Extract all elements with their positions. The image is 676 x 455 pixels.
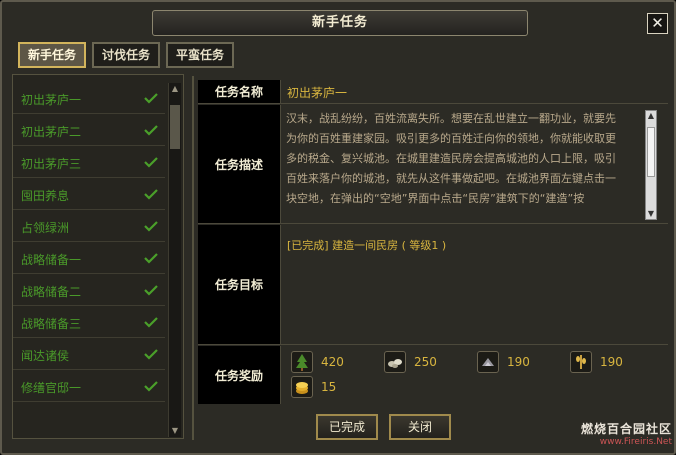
quest-item-label: 闻达诸侯 [21, 349, 70, 363]
quest-item-label: 战略储备二 [21, 285, 82, 299]
quest-window: 新手任务 ✕ 新手任务 讨伐任务 平蛮任务 初出茅庐一初出茅庐二初出茅庐三囤田养… [0, 0, 676, 455]
watermark: 燃烧百合园社区 www.Fireiris.Net [574, 420, 672, 452]
checkmark-icon [143, 186, 159, 200]
close-icon[interactable]: ✕ [647, 13, 668, 34]
quest-list-item[interactable]: 初出茅庐三 [13, 147, 165, 178]
watermark-url: www.Fireiris.Net [599, 437, 672, 447]
quest-description: 汉末，战乱纷纷，百姓流离失所。想要在乱世建立一翻功业，就要先 为你的百姓重建家园… [286, 109, 654, 217]
quest-list-item[interactable]: 修缮官邸一 [13, 371, 165, 402]
quest-list-item[interactable]: 占领绿洲 [13, 211, 165, 242]
quest-list-scrollbar[interactable]: ▲ ▼ [168, 83, 181, 437]
quest-goal-header: 任务目标 [198, 225, 281, 344]
window-title: 新手任务 [152, 10, 528, 36]
stone-icon [384, 351, 406, 373]
close-button[interactable]: 关闭 [389, 414, 451, 440]
quest-list-item[interactable]: 战略储备二 [13, 275, 165, 306]
tab-pacify[interactable]: 平蛮任务 [166, 42, 234, 68]
quest-goal-row: 任务目标 [已完成] 建造一间民房 ( 等级1 ) [198, 225, 668, 345]
quest-list-item[interactable]: 闻达诸侯 [13, 339, 165, 370]
checkmark-icon [143, 346, 159, 360]
quest-list-item[interactable]: 战略储备三 [13, 307, 165, 338]
scroll-down-icon[interactable]: ▼ [646, 209, 656, 219]
quest-list-item[interactable]: 初出茅庐一 [13, 83, 165, 114]
reward-value: 250 [414, 355, 437, 369]
quest-detail-table: 任务名称 初出茅庐一 任务描述 汉末，战乱纷纷，百姓流离失所。想要在乱世建立一翻… [198, 80, 668, 404]
quest-name-header: 任务名称 [198, 80, 281, 103]
desc-line: 为你的百姓重建家园。吸引更多的百姓迁向你的领地，你就能收取更 [286, 132, 616, 145]
tab-novice[interactable]: 新手任务 [18, 42, 86, 68]
desc-line: 汉末，战乱纷纷，百姓流离失所。想要在乱世建立一翻功业，就要先 [286, 112, 616, 125]
iron-icon [477, 351, 499, 373]
quest-goal-text: [已完成] 建造一间民房 ( 等级1 ) [287, 239, 447, 252]
checkmark-icon [143, 314, 159, 328]
checkmark-icon [143, 218, 159, 232]
gold-coin-icon [291, 376, 313, 398]
tab-expedition[interactable]: 讨伐任务 [92, 42, 160, 68]
grain-icon [570, 351, 592, 373]
checkmark-icon [143, 122, 159, 136]
quest-item-label: 战略储备一 [21, 253, 82, 267]
quest-desc-row: 任务描述 汉末，战乱纷纷，百姓流离失所。想要在乱世建立一翻功业，就要先 为你的百… [198, 105, 668, 224]
reward-cell: 420 250 190 190 15 [281, 346, 668, 404]
quest-item-label: 占领绿洲 [21, 221, 70, 235]
quest-item-label: 初出茅庐三 [21, 157, 82, 171]
quest-item-label: 战略储备三 [21, 317, 82, 331]
quest-item-label: 囤田养息 [21, 189, 70, 203]
quest-name-row: 任务名称 初出茅庐一 [198, 80, 668, 104]
reward-value: 15 [321, 380, 337, 394]
wood-icon [291, 351, 313, 373]
quest-reward-header: 任务奖励 [198, 346, 281, 404]
checkmark-icon [143, 282, 159, 296]
quest-item-label: 修缮官邸一 [21, 381, 82, 395]
quest-list-item[interactable]: 囤田养息 [13, 179, 165, 210]
complete-button[interactable]: 已完成 [316, 414, 378, 440]
description-scrollbar[interactable]: ▲ ▼ [645, 110, 657, 220]
quest-list-item[interactable]: 战略储备一 [13, 243, 165, 274]
checkmark-icon [143, 90, 159, 104]
quest-list-item[interactable]: 初出茅庐二 [13, 115, 165, 146]
quest-desc-cell: 汉末，战乱纷纷，百姓流离失所。想要在乱世建立一翻功业，就要先 为你的百姓重建家园… [281, 105, 668, 223]
quest-list: 初出茅庐一初出茅庐二初出茅庐三囤田养息占领绿洲战略储备一战略储备二战略储备三闻达… [13, 75, 165, 405]
desc-line: 块空地，在弹出的“空地”界面中点击“民房”建筑下的“建造”按 [286, 192, 585, 205]
quest-desc-header: 任务描述 [198, 105, 281, 223]
quest-name-value: 初出茅庐一 [287, 86, 348, 100]
checkmark-icon [143, 378, 159, 392]
watermark-title: 燃烧百合园社区 [580, 422, 672, 436]
desc-line: 百姓来落户你的城池，就先从这件事做起吧。在城池界面左键点击一 [286, 172, 616, 185]
quest-item-label: 初出茅庐一 [21, 93, 82, 107]
scroll-thumb[interactable] [647, 127, 655, 177]
quest-list-panel: 初出茅庐一初出茅庐二初出茅庐三囤田养息占领绿洲战略储备一战略储备二战略储备三闻达… [12, 74, 184, 439]
quest-item-label: 初出茅庐二 [21, 125, 82, 139]
checkmark-icon [143, 154, 159, 168]
reward-value: 190 [600, 355, 623, 369]
reward-value: 420 [321, 355, 344, 369]
scroll-thumb[interactable] [170, 105, 180, 149]
panel-divider [192, 76, 194, 440]
checkmark-icon [143, 250, 159, 264]
scroll-up-icon[interactable]: ▲ [170, 84, 180, 94]
reward-value: 190 [507, 355, 530, 369]
quest-reward-row: 任务奖励 420 250 190 190 15 [198, 346, 668, 404]
desc-line: 多的税金、复兴城池。在城里建造民房会提高城池的人口上限，吸引 [286, 152, 616, 165]
scroll-down-icon[interactable]: ▼ [170, 426, 180, 436]
scroll-up-icon[interactable]: ▲ [646, 111, 656, 121]
